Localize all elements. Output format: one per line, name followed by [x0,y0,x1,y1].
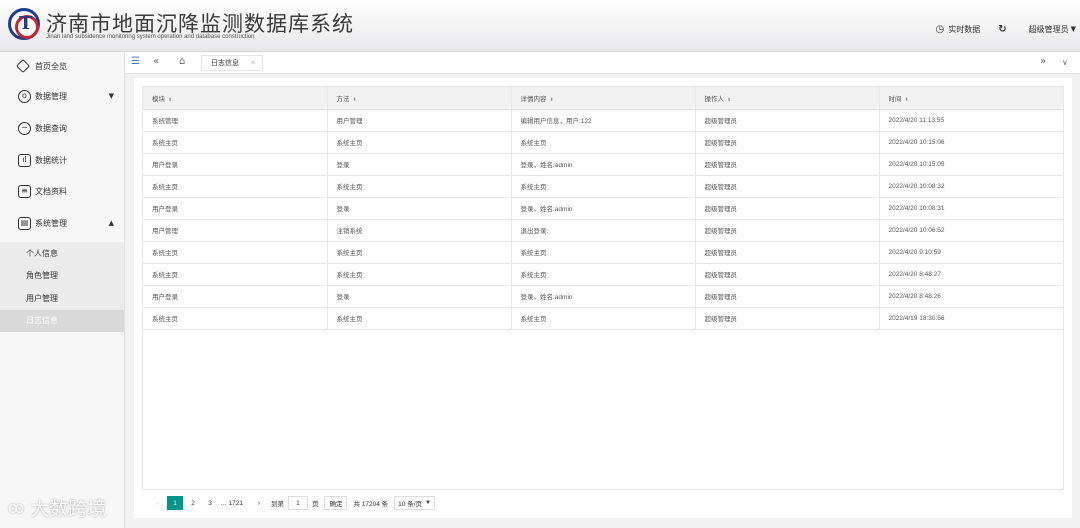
sidebar-item-label: 数据管理 [35,91,67,101]
column-header[interactable]: 方法 ⬍ [327,87,512,110]
page-link[interactable]: 2 [186,496,200,510]
main-content: 模块 ⬍ 方法 ⬍ 详情内容 ⬍ 操作人 ⬍ 时间 ⬍ 系统管理 用户管理 编辑用户信息，用户… [134,78,1072,518]
sort-icon: ⬍ [168,96,173,103]
sidebar-item-log-info[interactable]: 日志信息 [0,309,124,332]
page-size-select[interactable]: 10 条/页 ▼ [394,496,435,510]
logo-icon: T [8,8,40,40]
tab-label: 日志信息 [211,59,239,67]
sidebar-item-system-management[interactable]: ▤ 系统管理 ▲ [0,207,124,239]
page-unit-label: 页 [311,501,319,508]
table-row[interactable]: 系统管理 用户管理 编辑用户信息，用户:122 超级管理员 2022/4/20 11:1… [143,109,1063,132]
document-icon: ≡ [18,185,31,198]
prev-page-icon[interactable]: ‹ [150,496,164,510]
table-row[interactable]: 系统主页 系统主页 系统主页 超级管理员 2022/4/20 8:48:27 [143,263,1063,286]
tab-log-info[interactable]: 日志信息 ✕ [201,55,263,71]
table-row[interactable]: 用户登录 登录 登录，姓名:admin 超级管理员 2022/4/20 10:08:31 [143,197,1063,220]
watermark-text: 大数跨境 [30,498,107,520]
tabs-scroll-right-icon[interactable]: » [1040,56,1046,67]
realtime-data-button[interactable]: ◷ 实时数据 [935,24,980,35]
sidebar-item-label: 数据统计 [35,155,67,165]
user-name: 超级管理员 [1028,24,1069,34]
goto-label: 到第 [270,501,284,508]
refresh-icon: ↻ [998,23,1007,35]
table-row[interactable]: 系统主页 系统主页 系统主页 超级管理员 2022/4/19 18:30:56 [143,307,1063,330]
app-header: T 济南市地面沉降监测数据库系统 Jinan land subsidence m… [0,0,1080,52]
sidebar: 首页全览 o 数据管理 ▼ ~ 数据查询 ıl 数据统计 ≡ 文档资料 ▤ 系统… [0,52,125,528]
sidebar-item-label: 文档资料 [35,187,67,196]
system-icon: ▤ [18,216,31,230]
table-row[interactable]: 系统主页 系统主页 系统主页 超级管理员 2022/4/20 10:15:06 [143,131,1063,154]
refresh-button[interactable]: ↻ [998,24,1010,35]
goto-confirm-button[interactable]: 确定 [324,496,348,510]
sidebar-item-label: 数据查询 [35,123,67,133]
caret-down-icon: ▼ [108,92,114,100]
chart-line-icon: ~ [18,121,31,135]
header-actions: ◷ 实时数据 ↻ 超级管理员 ▼ [935,22,1080,36]
sidebar-item-documents[interactable]: ≡ 文档资料 [0,176,124,207]
sidebar-item-data-query[interactable]: ~ 数据查询 [0,112,124,144]
goto-page-input[interactable]: 1 [287,496,308,510]
sort-icon: ⬍ [727,96,732,103]
table-row[interactable]: 系统主页 系统主页 系统主页 超级管理员 2022/4/20 9:10:59 [143,241,1063,264]
page-link[interactable]: 3 [203,496,217,510]
column-header[interactable]: 详情内容 ⬍ [511,87,696,110]
sidebar-item-role-management[interactable]: 角色管理 [0,265,124,288]
clock-icon: ◷ [935,23,945,35]
system-subtitle: Jinan land subsidence monitoring system … [46,34,255,40]
watermark: ꝏ 大数跨境 [8,494,106,521]
close-icon[interactable]: ✕ [250,59,256,67]
sidebar-item-user-management[interactable]: 用户管理 [0,287,124,310]
caret-down-icon: ▼ [1070,25,1076,33]
sidebar-item-data-management[interactable]: o 数据管理 ▼ [0,80,124,112]
user-menu[interactable]: 超级管理员 ▼ [1029,24,1076,35]
column-header[interactable]: 模块 ⬍ [143,87,328,110]
watermark-logo-icon: ꝏ [8,498,25,517]
menu-toggle-icon[interactable]: ☰ [131,56,140,67]
sort-icon: ⬍ [549,96,554,103]
column-header[interactable]: 操作人 ⬍ [695,87,880,110]
total-count: 共 17204 条 [353,501,389,508]
caret-up-icon: ▲ [108,219,114,227]
next-page-icon[interactable]: › [252,496,266,510]
pagination: ‹ 1 2 3 … 1721 › 到第 1 页 确定 共 17204 条 10 … [150,496,435,510]
sidebar-item-data-statistics[interactable]: ıl 数据统计 [0,144,124,176]
sidebar-item-personal-info[interactable]: 个人信息 [0,242,124,265]
table-row[interactable]: 系统主页 系统主页 系统主页 超级管理员 2022/4/20 10:08:32 [143,175,1063,198]
realtime-data-label: 实时数据 [948,24,981,34]
cube-icon [15,58,31,74]
settings-icon: o [18,89,31,103]
sidebar-item-label: 首页全览 [35,61,67,71]
log-table: 模块 ⬍ 方法 ⬍ 详情内容 ⬍ 操作人 ⬍ 时间 ⬍ 系统管理 用户管理 编辑用户信息，用户… [142,86,1064,490]
sort-icon: ⬍ [904,96,909,103]
sidebar-item-home[interactable]: 首页全览 [0,52,124,80]
tabs-scroll-left-icon[interactable]: « [153,56,159,67]
tab-bar: ☰ « ⌂ 日志信息 ✕ » ∨ [125,52,1080,74]
sort-icon: ⬍ [352,96,357,103]
chevron-down-icon: ▼ [425,500,431,506]
system-submenu: 个人信息 角色管理 用户管理 日志信息 [0,242,124,332]
table-row[interactable]: 用户登录 登录 登录，姓名:admin 超级管理员 2022/4/20 8:48:26 [143,285,1063,308]
page-link-last[interactable]: 1721 [227,496,245,510]
page-current[interactable]: 1 [167,496,183,510]
home-icon[interactable]: ⌂ [179,56,185,67]
page-size-value: 10 条/页 [398,501,422,508]
chevron-down-icon[interactable]: ∨ [1062,58,1068,67]
bar-chart-icon: ıl [18,153,31,167]
sidebar-item-label: 系统管理 [35,218,67,228]
column-header[interactable]: 时间 ⬍ [879,87,1063,110]
table-header-row: 模块 ⬍ 方法 ⬍ 详情内容 ⬍ 操作人 ⬍ 时间 ⬍ [143,87,1063,110]
table-row[interactable]: 用户管理 注销系统 退出登录: 超级管理员 2022/4/20 10:06:52 [143,219,1063,242]
table-row[interactable]: 用户登录 登录 登录，姓名:admin 超级管理员 2022/4/20 10:15:05 [143,153,1063,176]
